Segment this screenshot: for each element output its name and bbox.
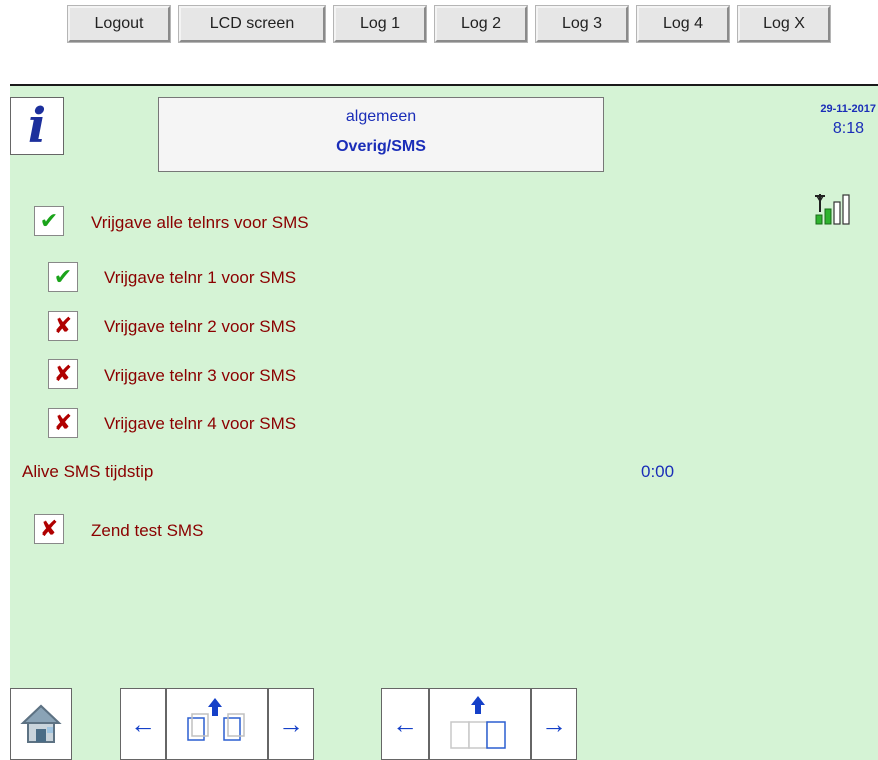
log-x-button[interactable]: Log X bbox=[738, 6, 830, 42]
log-3-button[interactable]: Log 3 bbox=[536, 6, 628, 42]
page-title-section: Overig/SMS bbox=[336, 138, 426, 155]
info-icon: i bbox=[27, 98, 47, 154]
log-2-button[interactable]: Log 2 bbox=[435, 6, 527, 42]
enable-number-2-label: Vrijgave telnr 2 voor SMS bbox=[104, 317, 297, 336]
previous-menu-button[interactable]: ← bbox=[381, 688, 429, 760]
logout-button[interactable]: Logout bbox=[68, 6, 170, 42]
date-display: 29-11-2017 bbox=[820, 103, 876, 115]
page-title: algemeen Overig/SMS bbox=[158, 97, 604, 172]
log-4-button[interactable]: Log 4 bbox=[637, 6, 729, 42]
previous-page-button[interactable]: ← bbox=[120, 688, 166, 760]
cross-icon: ✘ bbox=[53, 361, 73, 386]
cross-icon: ✘ bbox=[39, 516, 59, 541]
menu-overview-button[interactable] bbox=[429, 688, 531, 760]
home-icon bbox=[20, 704, 62, 743]
enable-number-3-label: Vrijgave telnr 3 voor SMS bbox=[104, 366, 297, 385]
enable-number-1-label: Vrijgave telnr 1 voor SMS bbox=[104, 268, 297, 287]
enable-number-1-checkbox[interactable]: ✔ bbox=[48, 262, 78, 292]
menu-up-icon bbox=[450, 696, 506, 749]
checkmark-icon: ✔ bbox=[39, 208, 59, 233]
send-test-sms-label: Zend test SMS bbox=[91, 521, 204, 540]
time-display: 8:18 bbox=[832, 120, 864, 137]
arrow-right-icon: → bbox=[278, 709, 304, 739]
enable-all-numbers-checkbox[interactable]: ✔ bbox=[34, 206, 64, 236]
enable-number-4-label: Vrijgave telnr 4 voor SMS bbox=[104, 414, 297, 433]
arrow-right-icon: → bbox=[541, 709, 567, 739]
arrow-left-icon: ← bbox=[392, 709, 418, 739]
next-menu-button[interactable]: → bbox=[531, 688, 577, 760]
enable-number-2-checkbox[interactable]: ✘ bbox=[48, 311, 78, 341]
log-1-button[interactable]: Log 1 bbox=[334, 6, 426, 42]
checkmark-icon: ✔ bbox=[53, 264, 73, 289]
info-button[interactable]: i bbox=[10, 97, 64, 155]
send-test-sms-checkbox[interactable]: ✘ bbox=[34, 514, 64, 544]
cross-icon: ✘ bbox=[53, 313, 73, 338]
lcd-screen-button[interactable]: LCD screen bbox=[179, 6, 325, 42]
enable-number-4-checkbox[interactable]: ✘ bbox=[48, 408, 78, 438]
cross-icon: ✘ bbox=[53, 410, 73, 435]
home-button[interactable] bbox=[10, 688, 72, 760]
page-title-category: algemeen bbox=[345, 108, 417, 125]
top-toolbar: Logout LCD screen Log 1 Log 2 Log 3 Log … bbox=[0, 0, 878, 84]
arrow-left-icon: ← bbox=[130, 709, 156, 739]
enable-number-3-checkbox[interactable]: ✘ bbox=[48, 359, 78, 389]
page-overview-button[interactable] bbox=[166, 688, 268, 760]
next-page-button[interactable]: → bbox=[268, 688, 314, 760]
enable-all-numbers-label: Vrijgave alle telnrs voor SMS bbox=[91, 213, 309, 232]
pages-up-icon bbox=[187, 698, 245, 741]
alive-sms-time-label: Alive SMS tijdstip bbox=[22, 462, 154, 481]
signal-strength-icon bbox=[815, 194, 850, 225]
alive-sms-time-value[interactable]: 0:00 bbox=[641, 462, 674, 482]
